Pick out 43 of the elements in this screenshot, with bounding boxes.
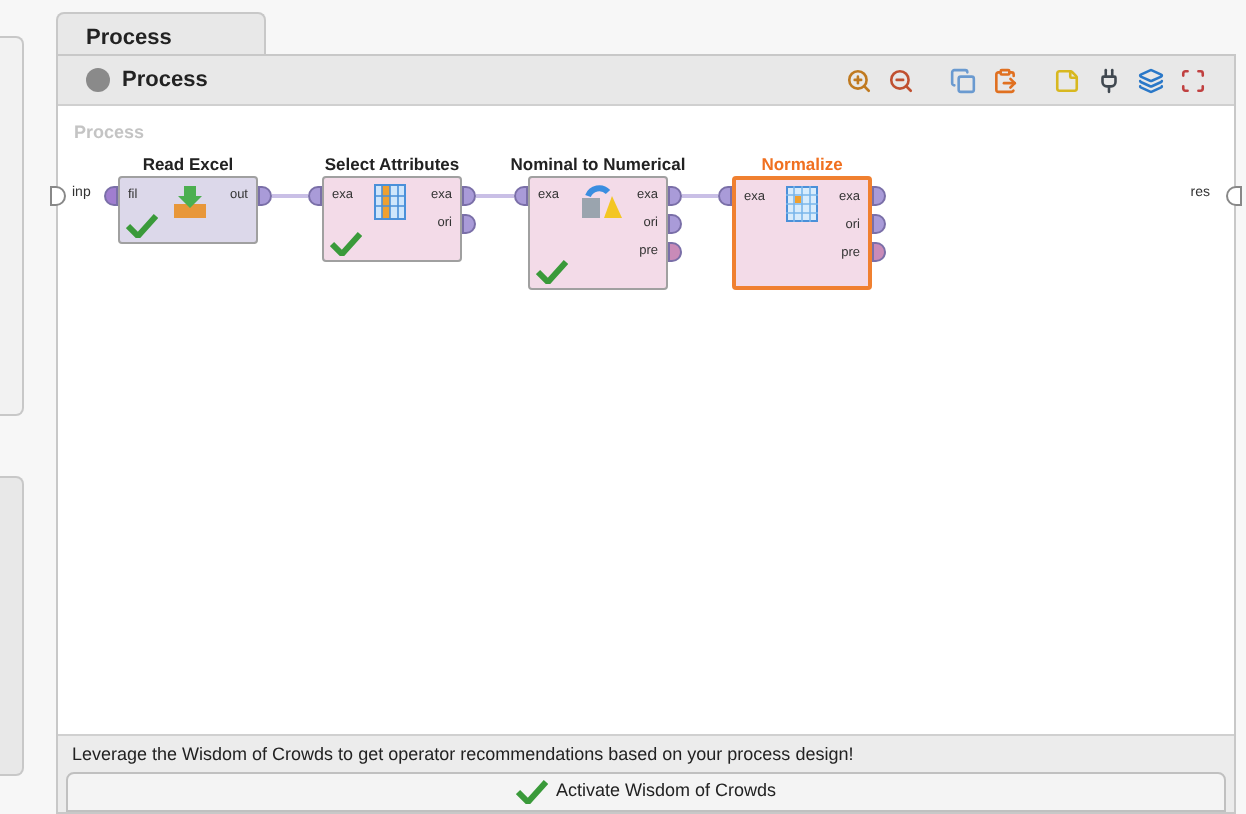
activate-button[interactable]: Activate Wisdom of Crowds xyxy=(66,772,1226,812)
checkmark-icon xyxy=(515,780,548,804)
download-tray-icon xyxy=(170,184,210,220)
copy-icon[interactable] xyxy=(950,67,976,93)
operator-title: Select Attributes xyxy=(322,152,462,178)
paste-icon[interactable] xyxy=(992,67,1018,93)
port[interactable] xyxy=(308,186,322,206)
checkmark-icon xyxy=(330,232,362,256)
process-input-port[interactable] xyxy=(50,186,66,206)
zoom-in-icon[interactable] xyxy=(846,67,872,93)
port[interactable] xyxy=(718,186,732,206)
process-output-port[interactable] xyxy=(1226,186,1242,206)
connection-line xyxy=(476,194,514,198)
port[interactable] xyxy=(668,214,682,234)
port[interactable] xyxy=(668,242,682,262)
port[interactable] xyxy=(462,214,476,234)
tab[interactable]: Process xyxy=(56,12,266,54)
shapes-icon xyxy=(580,184,624,220)
process-title: Process xyxy=(122,65,208,96)
port[interactable] xyxy=(462,186,476,206)
port[interactable] xyxy=(104,186,118,206)
table-icon xyxy=(374,184,406,220)
port[interactable] xyxy=(872,214,886,234)
connection-line xyxy=(682,194,718,198)
layers-icon[interactable] xyxy=(1138,67,1164,93)
process-icon xyxy=(86,68,110,92)
operator-title: Nominal to Numerical xyxy=(508,152,688,178)
port[interactable] xyxy=(668,186,682,206)
recommendation-text: Leverage the Wisdom of Crowds to get operator recommendations based on your process design! xyxy=(70,742,856,768)
canvas-label: Process xyxy=(74,120,145,146)
connection-line xyxy=(272,194,308,198)
port[interactable] xyxy=(258,186,272,206)
grid-icon xyxy=(786,186,818,222)
operator-title: Normalize xyxy=(759,152,845,178)
port[interactable] xyxy=(872,186,886,206)
plug-icon[interactable] xyxy=(1096,67,1122,93)
checkmark-icon xyxy=(126,214,158,238)
port[interactable] xyxy=(872,242,886,262)
zoom-out-icon[interactable] xyxy=(888,67,914,93)
checkmark-icon xyxy=(536,260,568,284)
operator-title: Read Excel xyxy=(140,152,236,178)
port[interactable] xyxy=(514,186,528,206)
fit-view-icon[interactable] xyxy=(1180,67,1206,93)
